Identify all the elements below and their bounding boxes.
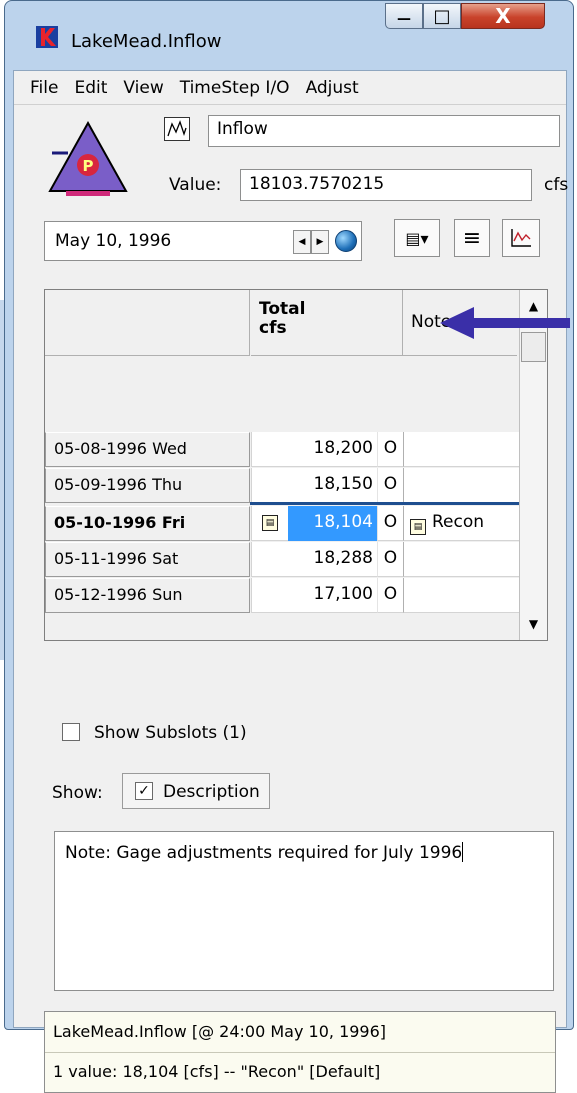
- menu-edit[interactable]: Edit: [66, 78, 115, 98]
- lines-icon: ≡: [462, 225, 482, 251]
- status-line-2: 1 value: 18,104 [cfs] -- "Recon" [Defaul…: [53, 1062, 381, 1081]
- scroll-down-icon: ▼: [528, 617, 539, 631]
- show-label: Show:: [52, 783, 103, 803]
- row-value-cell[interactable]: 18,288: [251, 542, 377, 577]
- description-textarea[interactable]: Note: Gage adjustments required for July…: [54, 831, 554, 991]
- minimize-button[interactable]: —: [385, 3, 423, 29]
- riverware-logo-icon: [36, 26, 58, 48]
- step-back-button[interactable]: ◀: [293, 230, 311, 254]
- annotation-arrow-icon: [440, 307, 570, 339]
- menu-view[interactable]: View: [115, 78, 171, 98]
- status-panel: LakeMead.Inflow [@ 24:00 May 10, 1996] 1…: [44, 1011, 556, 1093]
- row-value-cell[interactable]: 18,200: [251, 432, 377, 467]
- object-triangle-icon: P: [48, 120, 128, 196]
- close-button[interactable]: X: [461, 3, 545, 29]
- row-value-cell[interactable]: ▤ 18,104: [251, 506, 377, 541]
- menu-file[interactable]: File: [22, 78, 66, 98]
- step-forward-button[interactable]: ▶: [311, 230, 329, 254]
- dialog-client-area: File Edit View TimeStep I/O Adjust P Inf…: [13, 70, 569, 1093]
- note-icon: ▤: [410, 519, 426, 535]
- value-label: Value:: [169, 175, 222, 195]
- slot-type-icon: [164, 117, 190, 141]
- row-date-label[interactable]: 05-11-1996 Sat: [45, 542, 250, 577]
- description-label: Description: [163, 782, 260, 802]
- date-text: May 10, 1996: [55, 231, 172, 251]
- note-text: Recon: [432, 512, 485, 532]
- description-checkbox[interactable]: ✓: [135, 782, 153, 800]
- row-flag-cell[interactable]: O: [377, 506, 403, 541]
- row-note-cell[interactable]: [403, 542, 519, 577]
- object-icon-letter: P: [83, 157, 94, 175]
- row-flag-cell[interactable]: O: [377, 542, 403, 577]
- row-note-cell[interactable]: ▤ Recon: [403, 506, 519, 541]
- menu-bar: File Edit View TimeStep I/O Adjust: [14, 71, 566, 105]
- show-subslots-checkbox[interactable]: [62, 723, 80, 741]
- date-spinner[interactable]: May 10, 1996 ◀ ▶: [44, 221, 362, 261]
- column-header-total[interactable]: Total cfs: [251, 290, 403, 356]
- minimize-icon: —: [397, 11, 411, 27]
- table-row[interactable]: 05-08-1996 Wed 18,200 O: [45, 432, 519, 468]
- row-flag-cell[interactable]: O: [377, 432, 403, 467]
- slot-dialog-window: LakeMead.Inflow — □ X File Edit View Tim…: [4, 0, 574, 1093]
- slot-name-field[interactable]: Inflow: [208, 115, 560, 147]
- selected-value-text: 18,104: [313, 512, 373, 532]
- row-flag-cell[interactable]: O: [377, 578, 403, 613]
- table-corner-header: [45, 290, 250, 356]
- row-note-cell[interactable]: [403, 578, 519, 613]
- table-row[interactable]: 05-11-1996 Sat 18,288 O: [45, 542, 519, 578]
- value-field[interactable]: 18103.7570215: [240, 169, 532, 201]
- column-header-units: cfs: [259, 318, 287, 338]
- globe-icon[interactable]: [335, 230, 357, 252]
- timeseries-icon: [167, 120, 187, 137]
- table-row[interactable]: 05-12-1996 Sun 17,100 O: [45, 578, 519, 614]
- status-divider: [45, 1052, 555, 1053]
- row-flag-cell[interactable]: O: [377, 468, 403, 503]
- close-icon: X: [495, 4, 511, 28]
- window-title: LakeMead.Inflow: [71, 31, 222, 52]
- note-icon: ▤: [262, 515, 278, 531]
- row-value-cell[interactable]: 17,100: [251, 578, 377, 613]
- scroll-down-button[interactable]: ▼: [520, 610, 547, 638]
- vertical-scrollbar[interactable]: ▲ ▼: [519, 290, 547, 640]
- plot-button[interactable]: [502, 219, 540, 257]
- current-timestep-marker: [250, 502, 519, 505]
- row-note-cell[interactable]: [403, 432, 519, 467]
- row-date-label[interactable]: 05-08-1996 Wed: [45, 432, 250, 467]
- maximize-icon: □: [433, 5, 451, 27]
- row-date-label[interactable]: 05-10-1996 Fri: [45, 506, 250, 541]
- table-row-selected[interactable]: 05-10-1996 Fri ▤ 18,104 O ▤ Recon: [45, 506, 519, 542]
- maximize-button[interactable]: □: [423, 3, 461, 29]
- column-header-title: Total: [259, 299, 306, 319]
- description-text: Note: Gage adjustments required for July…: [65, 843, 463, 863]
- row-date-label[interactable]: 05-09-1996 Thu: [45, 468, 250, 503]
- units-label: cfs: [544, 175, 569, 195]
- text-caret: [462, 842, 464, 862]
- row-note-cell[interactable]: [403, 468, 519, 503]
- plot-icon: [511, 229, 531, 247]
- note-dropdown-icon: ▤▾: [405, 228, 429, 248]
- show-subslots-label: Show Subslots (1): [94, 723, 247, 743]
- description-toggle[interactable]: ✓ Description: [122, 773, 270, 809]
- table-row[interactable]: 05-09-1996 Thu 18,150 O: [45, 468, 519, 504]
- menu-timestep-io[interactable]: TimeStep I/O: [172, 78, 298, 98]
- flag-menu-button[interactable]: ▤▾: [394, 219, 440, 257]
- list-view-button[interactable]: ≡: [454, 219, 490, 257]
- series-table: Total cfs Notes ▲ ▼ 05-08-1996 Wed 18,20…: [44, 289, 548, 641]
- title-bar[interactable]: LakeMead.Inflow — □ X: [5, 1, 573, 52]
- row-date-label[interactable]: 05-12-1996 Sun: [45, 578, 250, 613]
- row-value-cell[interactable]: 18,150: [251, 468, 377, 503]
- menu-adjust[interactable]: Adjust: [298, 78, 367, 98]
